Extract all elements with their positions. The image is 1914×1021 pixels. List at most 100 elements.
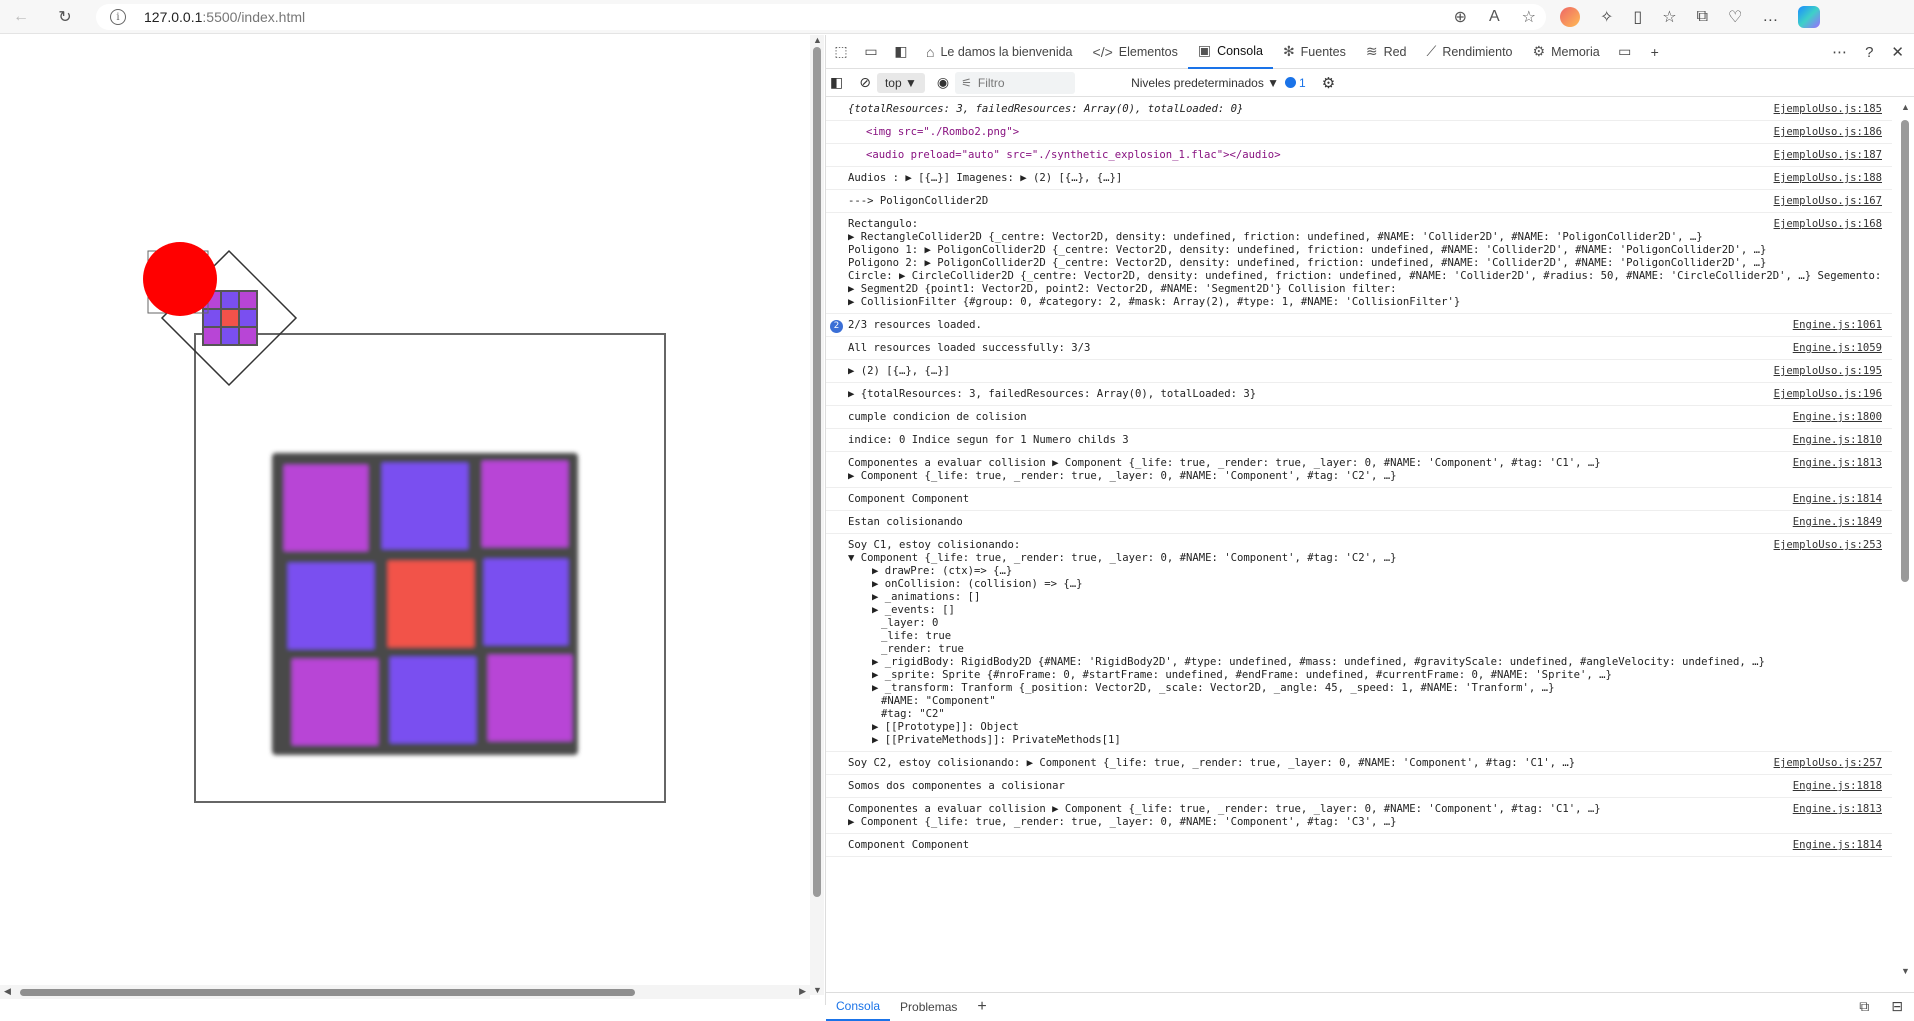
tab-sources[interactable]: ✻ Fuentes bbox=[1273, 35, 1356, 69]
console-message-line[interactable]: Poligono 2: ▶ PoligonCollider2D {_centre… bbox=[848, 257, 1802, 270]
source-link[interactable]: Engine.js:1814 bbox=[1793, 839, 1882, 852]
zoom-icon[interactable]: ⊕ bbox=[1454, 7, 1467, 27]
console-message-line[interactable]: Poligono 1: ▶ PoligonCollider2D {_centre… bbox=[848, 244, 1802, 257]
console-message-text[interactable]: Audios : ▶ [{…}] Imagenes: ▶ (2) [{…}, {… bbox=[848, 172, 1802, 185]
console-message-line[interactable]: ▶ _rigidBody: RigidBody2D {#NAME: 'Rigid… bbox=[848, 656, 1802, 669]
source-link[interactable]: Engine.js:1813 bbox=[1793, 803, 1882, 816]
drawer-tabbar: Consola Problemas + ⧉ ⊟ bbox=[826, 992, 1914, 1021]
console-message-line[interactable]: ▶ RectangleCollider2D {_centre: Vector2D… bbox=[848, 231, 1802, 244]
reload-icon[interactable]: ↻ bbox=[50, 2, 80, 32]
site-info-icon[interactable]: i bbox=[110, 9, 126, 25]
extensions-icon[interactable]: ✧ bbox=[1600, 7, 1613, 27]
console-message-line[interactable]: ▼ Component {_life: true, _render: true,… bbox=[848, 552, 1802, 565]
game-canvas[interactable] bbox=[0, 35, 810, 985]
device-emulation-icon[interactable]: ▭ bbox=[856, 37, 886, 67]
live-expression-eye-icon[interactable]: ◉ bbox=[937, 74, 949, 91]
console-message-text[interactable]: ▶ {totalResources: 3, failedResources: A… bbox=[848, 388, 1802, 401]
inspect-icon[interactable]: ⬚ bbox=[826, 37, 856, 67]
console-message-line: _layer: 0 bbox=[881, 617, 939, 629]
console-message-line[interactable]: ▶ _sprite: Sprite {#nroFrame: 0, #startF… bbox=[848, 669, 1802, 682]
address-bar[interactable]: i 127.0.0.1:5500/index.html ⊕ A ☆ bbox=[96, 4, 1546, 30]
page-horizontal-scrollbar[interactable]: ◀ ▶ bbox=[0, 985, 810, 999]
split-screen-icon[interactable]: ▯ bbox=[1633, 7, 1642, 27]
source-link[interactable]: EjemploUso.js:186 bbox=[1774, 126, 1882, 139]
console-message-text[interactable]: Soy C2, estoy colisionando: ▶ Component … bbox=[848, 757, 1802, 770]
console-message-line[interactable]: ▶ [[PrivateMethods]]: PrivateMethods[1] bbox=[848, 734, 1802, 747]
console-settings-gear-icon[interactable]: ⚙ bbox=[1322, 74, 1335, 92]
source-link[interactable]: Engine.js:1818 bbox=[1793, 780, 1882, 793]
close-drawer-icon[interactable]: ⊟ bbox=[1891, 998, 1903, 1015]
console-message-line[interactable]: ▶ CollisionFilter {#group: 0, #category:… bbox=[848, 296, 1802, 309]
log-levels-dropdown[interactable]: Niveles predeterminados ▼ bbox=[1131, 76, 1279, 90]
console-message-line[interactable]: Componentes a evaluar collision ▶ Compon… bbox=[848, 803, 1802, 816]
tab-console[interactable]: ▣ Consola bbox=[1187, 35, 1273, 69]
clear-console-icon[interactable]: ⊘ bbox=[859, 74, 871, 91]
dock-icon[interactable]: ⧉ bbox=[1859, 998, 1869, 1015]
console-message-line[interactable]: ▶ Component {_life: true, _render: true,… bbox=[848, 816, 1802, 829]
more-icon[interactable]: … bbox=[1762, 8, 1778, 26]
tab-welcome[interactable]: ⌂ Le damos la bienvenida bbox=[916, 35, 1083, 69]
tab-label: Red bbox=[1383, 44, 1407, 59]
source-link[interactable]: Engine.js:1810 bbox=[1793, 434, 1882, 447]
browser-essentials-icon[interactable]: ♡ bbox=[1728, 7, 1742, 27]
tab-performance[interactable]: ⟋ Rendimiento bbox=[1417, 35, 1523, 69]
console-message-line[interactable]: ▶ Segment2D {point1: Vector2D, point2: V… bbox=[848, 283, 1802, 296]
page-vertical-scrollbar[interactable]: ▲ ▼ bbox=[810, 35, 824, 995]
more-tools-icon[interactable]: ▭ bbox=[1610, 37, 1640, 67]
page-hscroll-thumb[interactable] bbox=[20, 989, 635, 996]
tab-memory[interactable]: ⚙ Memoria bbox=[1523, 35, 1610, 69]
source-link[interactable]: EjemploUso.js:167 bbox=[1774, 195, 1882, 208]
sidebar-toggle-icon[interactable]: ◧ bbox=[886, 37, 916, 67]
console-message: Rectangulo: ▶ RectangleCollider2D {_centr… bbox=[826, 213, 1892, 314]
source-link[interactable]: Engine.js:1813 bbox=[1793, 457, 1882, 470]
console-scroll-thumb[interactable] bbox=[1901, 120, 1909, 582]
filter-input[interactable]: ⚟ Filtro bbox=[955, 71, 1076, 94]
tab-elements[interactable]: </> Elementos bbox=[1083, 35, 1188, 69]
source-link[interactable]: Engine.js:1059 bbox=[1793, 342, 1882, 355]
source-link[interactable]: EjemploUso.js:168 bbox=[1774, 218, 1882, 231]
page-vscroll-thumb[interactable] bbox=[813, 47, 821, 897]
console-scrollbar[interactable]: ▲ ▼ bbox=[1897, 98, 1911, 976]
drawer-tab-console[interactable]: Consola bbox=[826, 993, 891, 1021]
read-aloud-icon[interactable]: A bbox=[1489, 8, 1500, 26]
source-link[interactable]: EjemploUso.js:195 bbox=[1774, 365, 1882, 378]
console-message-line[interactable]: Componentes a evaluar collision ▶ Compon… bbox=[848, 457, 1802, 470]
context-selector[interactable]: top ▼ bbox=[876, 72, 925, 93]
source-link[interactable]: Engine.js:1061 bbox=[1793, 319, 1882, 332]
source-link[interactable]: EjemploUso.js:257 bbox=[1774, 757, 1882, 770]
source-link[interactable]: Engine.js:1814 bbox=[1793, 493, 1882, 506]
source-link[interactable]: Engine.js:1800 bbox=[1793, 411, 1882, 424]
source-link[interactable]: EjemploUso.js:188 bbox=[1774, 172, 1882, 185]
console-icon: ▣ bbox=[1197, 42, 1212, 58]
tab-network[interactable]: ≋ Red bbox=[1356, 35, 1417, 69]
help-icon[interactable]: ? bbox=[1865, 44, 1873, 61]
console-sidebar-icon[interactable]: ◧ bbox=[830, 74, 843, 91]
source-link[interactable]: EjemploUso.js:187 bbox=[1774, 149, 1882, 162]
console-message-text[interactable]: ▶ (2) [{…}, {…}] bbox=[848, 365, 1802, 378]
console-message-line[interactable]: Circle: ▶ CircleCollider2D {_centre: Vec… bbox=[848, 270, 1881, 283]
drawer-tab-issues[interactable]: Problemas bbox=[890, 993, 967, 1021]
console-message-line[interactable]: ▶ _events: [] bbox=[848, 604, 1802, 617]
favorites-icon[interactable]: ☆ bbox=[1662, 7, 1676, 27]
devtools-menu-icon[interactable]: ⋯ bbox=[1832, 43, 1847, 61]
console-message-line[interactable]: ▶ Component {_life: true, _render: true,… bbox=[848, 470, 1802, 483]
favorite-star-icon[interactable]: ☆ bbox=[1522, 7, 1536, 27]
console-message-line[interactable]: ▶ drawPre: (ctx)=> {…} bbox=[848, 565, 1802, 578]
copilot-icon[interactable] bbox=[1798, 6, 1821, 28]
source-link[interactable]: EjemploUso.js:185 bbox=[1774, 103, 1882, 116]
code-icon: </> bbox=[1092, 43, 1113, 60]
collections-icon[interactable]: ⧉ bbox=[1697, 8, 1708, 26]
close-devtools-icon[interactable]: ✕ bbox=[1891, 43, 1904, 61]
source-link[interactable]: Engine.js:1849 bbox=[1793, 516, 1882, 529]
profile-avatar[interactable] bbox=[1560, 7, 1580, 27]
drawer-add-tab-icon[interactable]: + bbox=[967, 993, 996, 1021]
console-message-line[interactable]: ▶ _animations: [] bbox=[848, 591, 1802, 604]
console-message-line[interactable]: ▶ onCollision: (collision) => {…} bbox=[848, 578, 1802, 591]
add-tab-icon[interactable]: + bbox=[1640, 37, 1670, 67]
back-icon[interactable]: ← bbox=[6, 2, 36, 32]
issues-badge[interactable]: 1 bbox=[1285, 76, 1306, 90]
console-message-line[interactable]: ▶ _transform: Tranform {_position: Vecto… bbox=[848, 682, 1802, 695]
console-message-line[interactable]: ▶ [[Prototype]]: Object bbox=[848, 721, 1802, 734]
source-link[interactable]: EjemploUso.js:196 bbox=[1774, 388, 1882, 401]
source-link[interactable]: EjemploUso.js:253 bbox=[1774, 539, 1882, 552]
